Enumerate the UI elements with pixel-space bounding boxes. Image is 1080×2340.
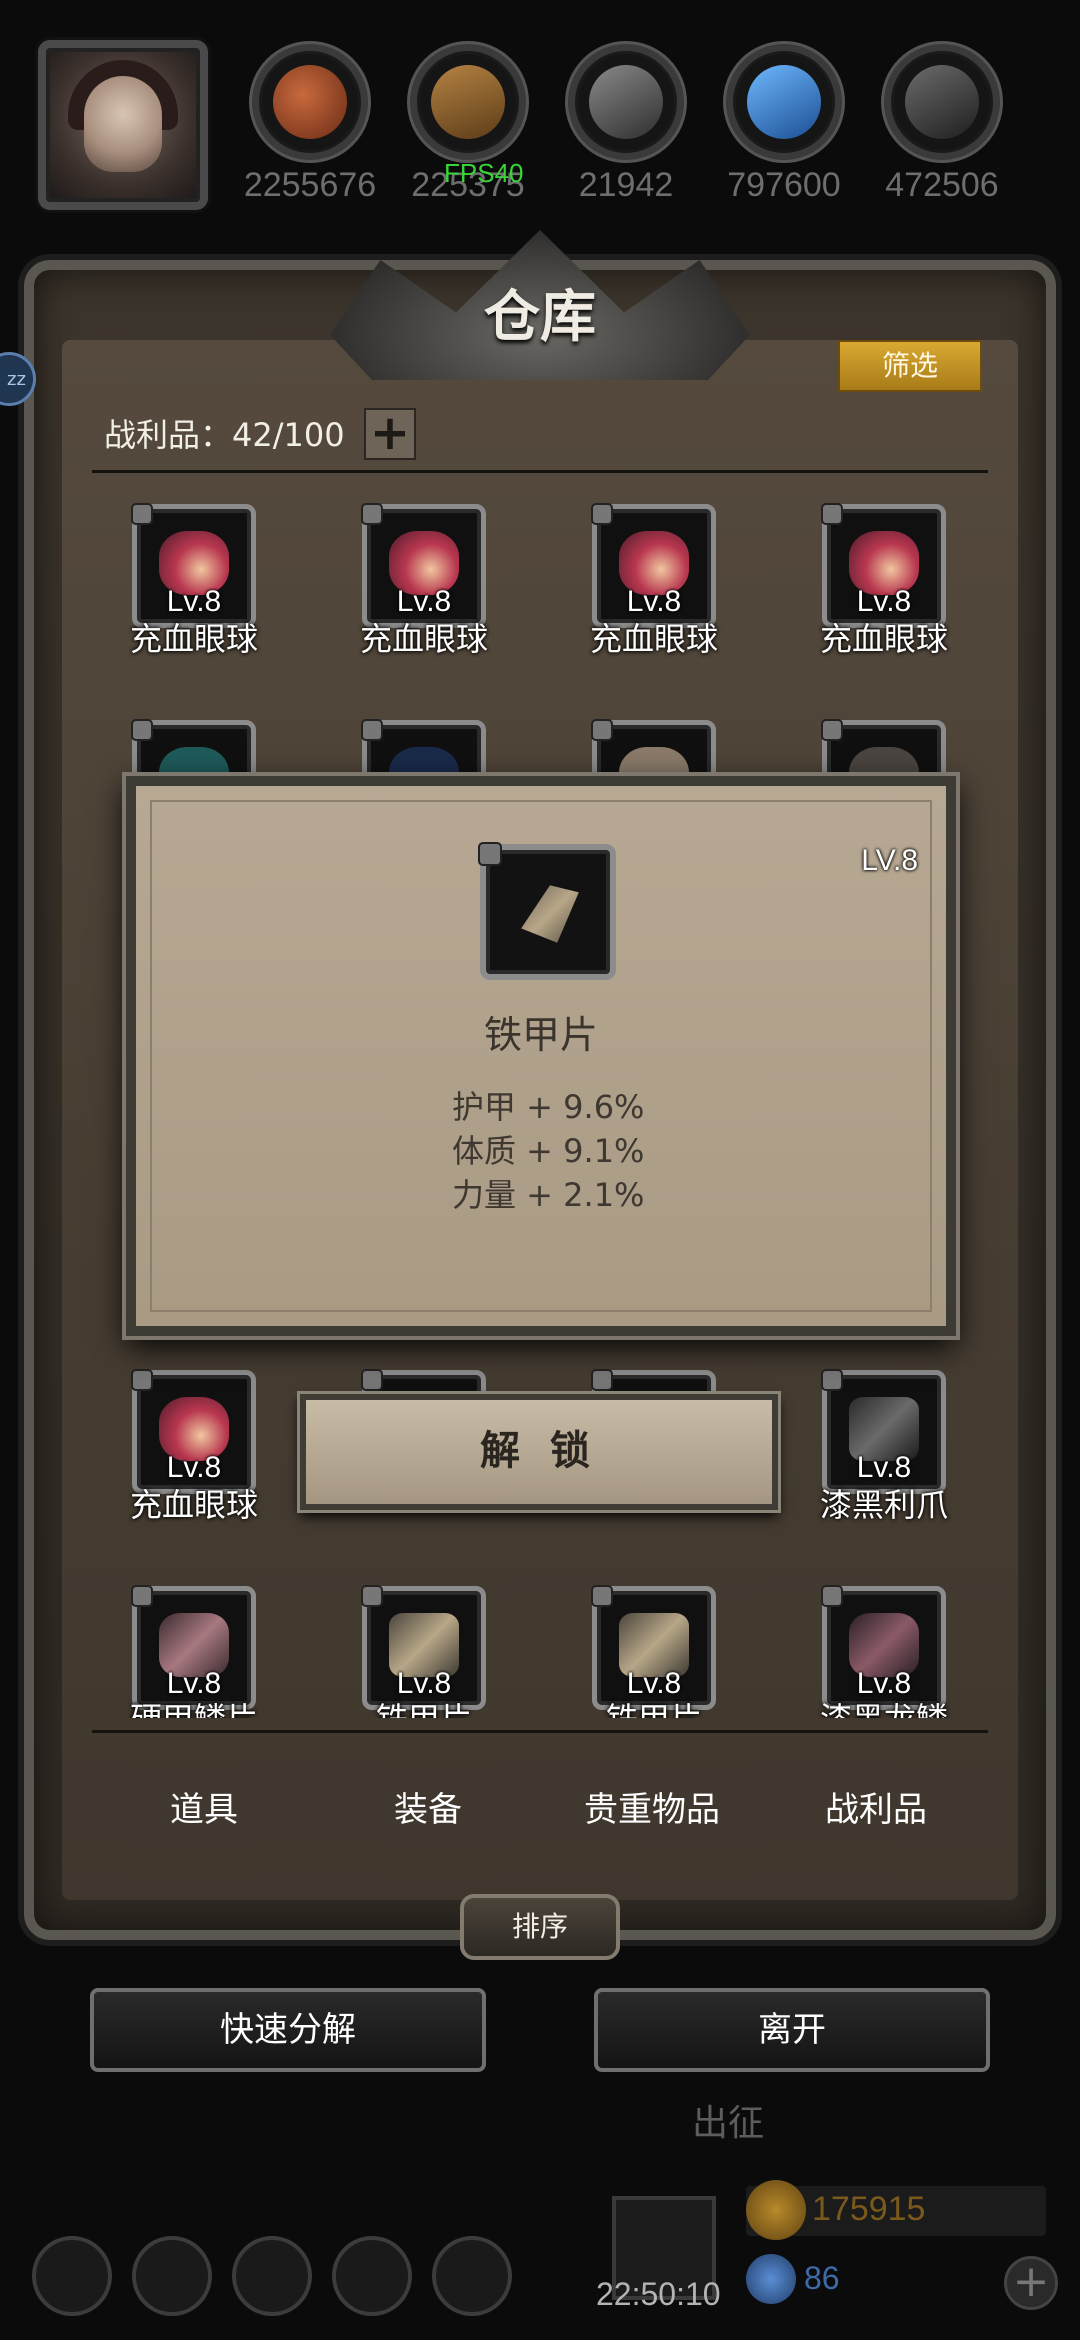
expedition-label[interactable]: 出征 [692,2094,764,2146]
item-name: 充血眼球 [129,620,258,658]
item-name: 硬甲鳞片 [84,1694,304,1718]
gold-value: 175915 [812,2190,926,2228]
item-slot[interactable]: Lv.8 [131,503,256,628]
tooltip-stat-strength: 力量 + 2.1% [452,1176,645,1214]
lock-icon [591,1369,613,1391]
lock-icon [591,503,613,525]
divider-top [92,470,988,473]
resource-meat[interactable]: 2255676 [230,44,390,205]
resource-crystal[interactable]: 797600 [704,44,864,205]
item-name: 充血眼球 [359,620,488,658]
leave-button[interactable]: 离开 [594,1988,990,2072]
item-name: 充血眼球 [129,1486,258,1524]
guild-icon[interactable] [232,2236,312,2316]
lock-icon [361,719,383,741]
item-slot[interactable]: Lv.8 [361,1585,486,1710]
tooltip-item-name: 铁甲片 [483,1013,598,1057]
lock-icon [131,1369,153,1391]
lock-icon [361,503,383,525]
resource-stone[interactable]: 21942 [546,44,706,205]
resource-stone-value: 21942 [578,166,674,204]
unlock-button[interactable]: 解 锁 [300,1394,778,1510]
tooltip-stat-armor: 护甲 + 9.6% [452,1088,645,1126]
lock-icon [361,1585,383,1607]
gold-coin-icon [746,2180,806,2240]
fps-counter: FPS40 [444,158,524,188]
resource-meat-value: 2255676 [243,166,377,204]
lock-icon [821,1369,843,1391]
item-name: 漆黑龙鳞 [774,1694,994,1718]
item-name: 充血眼球 [589,620,718,658]
lock-icon [131,1585,153,1607]
settings-icon[interactable] [32,2236,112,2316]
item-slot[interactable]: Lv.8 [131,1585,256,1710]
item-slot[interactable]: Lv.8 [821,503,946,628]
tooltip-level: LV.8 [861,844,918,877]
tab-valuables[interactable]: 贵重物品 [540,1770,764,1850]
lock-icon [131,719,153,741]
tooltip-item-icon [478,842,616,980]
lock-icon [591,1585,613,1607]
item-slot[interactable]: Lv.8 [131,1369,256,1494]
tab-loot[interactable]: 战利品 [764,1770,988,1850]
item-slot[interactable]: Lv.8 [821,1585,946,1710]
loot-capacity: 战利品：42/100 [104,416,345,454]
resource-crystal-value: 797600 [727,166,841,204]
lock-icon [591,719,613,741]
item-tooltip: LV.8 铁甲片 护甲 + 9.6% 体质 + 9.1% 力量 + 2.1% [126,776,956,1336]
gem-icon [746,2254,796,2304]
wood-icon [410,44,526,160]
quick-decompose-button[interactable]: 快速分解 [90,1988,486,2072]
stone-icon [568,44,684,160]
item-slot[interactable]: Lv.8 [361,503,486,628]
crystal-icon [726,44,842,160]
item-name: 铁甲片 [544,1694,764,1718]
tab-equipment[interactable]: 装备 [316,1770,540,1850]
hero-icon[interactable] [132,2236,212,2316]
lock-icon [478,842,502,866]
sort-button[interactable]: 排序 [460,1894,620,1960]
lock-icon [361,1369,383,1391]
item-name: 漆黑利爪 [819,1486,948,1524]
item-slot[interactable]: Lv.8 [591,1585,716,1710]
iron-icon [884,44,1000,160]
item-slot[interactable]: Lv.8 [591,503,716,628]
clock: 22:50:10 [596,2276,721,2312]
item-name: 充血眼球 [819,620,948,658]
player-avatar[interactable] [38,40,208,210]
expand-capacity-button[interactable]: + [364,408,416,460]
lock-icon [821,1585,843,1607]
add-currency-icon[interactable]: + [1004,2256,1058,2310]
armor-plate-icon [521,885,579,943]
avatar-face [84,76,162,172]
tooltip-stat-constitution: 体质 + 9.1% [452,1132,645,1170]
mail-icon[interactable] [332,2236,412,2316]
item-slot[interactable]: Lv.8 [821,1369,946,1494]
divider-bottom [92,1730,988,1733]
page-title: 仓库 [484,284,596,350]
quest-icon[interactable] [432,2236,512,2316]
resource-iron-value: 472506 [885,166,999,204]
lock-icon [821,719,843,741]
filter-button[interactable]: 筛选 [838,340,982,392]
meat-icon [252,44,368,160]
category-tabs: 道具 装备 贵重物品 战利品 [92,1770,988,1850]
item-name: 铁甲片 [314,1694,534,1718]
resource-iron[interactable]: 472506 [862,44,1022,205]
lock-icon [821,503,843,525]
tab-props[interactable]: 道具 [92,1770,316,1850]
lock-icon [131,503,153,525]
gem-value: 86 [804,2260,840,2296]
